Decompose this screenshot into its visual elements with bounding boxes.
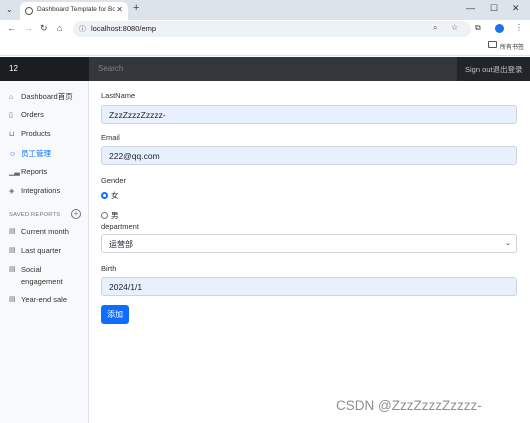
file-text-icon: ▤ xyxy=(9,266,16,273)
home-button-icon[interactable]: ⌂ xyxy=(57,23,62,33)
department-select[interactable]: 运营部 ⌄ xyxy=(101,234,517,253)
lastname-label: LastName xyxy=(101,91,136,100)
site-info-icon[interactable]: ⓘ xyxy=(79,24,86,34)
globe-icon xyxy=(25,7,33,15)
sidebar: ⌂ Dashboard首页 ▯ Orders ⊔ Products ☺ 员工管理 ▁▃R… xyxy=(0,81,89,423)
birth-input[interactable]: 2024/1/1 xyxy=(101,277,517,296)
bookmark-star-icon[interactable]: ☆ xyxy=(451,23,458,32)
bar-chart-icon: ▁▃ xyxy=(9,169,20,176)
profile-avatar-icon[interactable] xyxy=(495,24,504,33)
gender-label: Gender xyxy=(101,176,127,185)
report-item-current-month[interactable]: ▤ Current month xyxy=(9,226,87,238)
watermark-text: CSDN @ZzzZzzzZzzzz- xyxy=(336,398,482,413)
report-item-label: Current month xyxy=(21,227,69,236)
bookmarks-bar: 所有书签 xyxy=(0,38,530,56)
window-close-icon[interactable]: ✕ xyxy=(512,3,520,14)
sidebar-item-label: Dashboard首页 xyxy=(21,92,73,101)
report-item-last-quarter[interactable]: ▤ Last quarter xyxy=(9,245,87,257)
tab-title: Dashboard Template for Boo xyxy=(37,6,115,13)
sidebar-item-orders[interactable]: ▯ Orders xyxy=(9,110,44,119)
users-icon: ☺ xyxy=(9,151,17,158)
gender-option-male[interactable]: 男 xyxy=(101,210,119,221)
browser-tab-bar: ⌄ Dashboard Template for Boo ✕ + — ☐ ✕ xyxy=(0,0,530,20)
reload-icon[interactable]: ↻ xyxy=(40,23,48,34)
search-input[interactable]: Search xyxy=(89,57,457,81)
add-button[interactable]: 添加 xyxy=(101,305,129,324)
file-icon: ▯ xyxy=(9,112,13,119)
url-text[interactable]: localhost:8080/emp xyxy=(91,24,156,33)
file-text-icon: ▤ xyxy=(9,296,16,303)
report-item-label: Last quarter xyxy=(21,246,62,255)
gender-option-label: 男 xyxy=(111,211,119,220)
url-field[interactable]: ⓘ localhost:8080/emp ⌕ ☆ xyxy=(73,21,471,37)
sidebar-item-label: Reports xyxy=(21,167,48,176)
report-item-label: Year-end sale xyxy=(21,295,68,304)
file-text-icon: ▤ xyxy=(9,228,16,235)
sidebar-item-reports[interactable]: ▁▃Reports xyxy=(9,167,47,176)
employee-form: LastName ZzzZzzzZzzzz- Email 222@qq.com … xyxy=(89,81,530,423)
email-input[interactable]: 222@qq.com xyxy=(101,146,517,165)
folder-icon[interactable] xyxy=(488,41,497,48)
cart-icon: ⊔ xyxy=(9,131,15,138)
department-selected-value: 运营部 xyxy=(109,240,133,249)
sidebar-item-employees[interactable]: ☺ 员工管理 xyxy=(9,148,51,159)
gender-option-female[interactable]: 女 xyxy=(101,190,119,201)
report-item-label: Social engagement xyxy=(21,265,63,286)
zoom-icon[interactable]: ⌕ xyxy=(433,23,437,33)
sidebar-item-label: Orders xyxy=(21,110,44,119)
sidebar-item-integrations[interactable]: ◈ Integrations xyxy=(9,186,60,195)
department-label: department xyxy=(101,222,139,231)
home-icon: ⌂ xyxy=(9,94,14,101)
radio-button[interactable] xyxy=(101,191,108,199)
more-menu-icon[interactable]: ⋮ xyxy=(515,23,523,32)
lastname-input[interactable]: ZzzZzzzZzzzz- xyxy=(101,105,517,124)
file-text-icon: ▤ xyxy=(9,247,16,254)
back-icon[interactable]: ← xyxy=(7,23,16,33)
report-item-year-end-sale[interactable]: ▤ Year-end sale xyxy=(9,294,87,306)
sidebar-item-products[interactable]: ⊔ Products xyxy=(9,129,51,138)
sidebar-item-label: Integrations xyxy=(21,186,61,195)
birth-label: Birth xyxy=(101,264,117,273)
report-item-social-engagement[interactable]: ▤ Social engagement xyxy=(9,264,71,288)
browser-tab[interactable]: Dashboard Template for Boo ✕ xyxy=(20,2,128,20)
sidebar-item-dashboard[interactable]: ⌂ Dashboard首页 xyxy=(9,91,73,102)
chevron-down-icon: ⌄ xyxy=(505,240,511,247)
maximize-icon[interactable]: ☐ xyxy=(490,3,498,14)
add-report-icon[interactable]: + xyxy=(71,209,81,219)
email-label: Email xyxy=(101,133,120,142)
minimize-icon[interactable]: — xyxy=(466,3,475,13)
extensions-icon[interactable]: ⧉ xyxy=(475,23,481,33)
sign-out-link[interactable]: Sign out退出登录 xyxy=(457,57,530,81)
gender-option-label: 女 xyxy=(111,191,119,200)
radio-button[interactable] xyxy=(101,211,108,219)
top-navbar: 12 Search Sign out退出登录 xyxy=(0,57,530,81)
forward-icon[interactable]: → xyxy=(24,23,33,33)
sidebar-item-label: Products xyxy=(21,129,51,138)
brand-link[interactable]: 12 xyxy=(0,57,89,81)
close-tab-icon[interactable]: ✕ xyxy=(116,5,123,14)
saved-reports-heading: SAVED REPORTS xyxy=(9,212,61,218)
sidebar-item-label: 员工管理 xyxy=(21,149,51,158)
layers-icon: ◈ xyxy=(9,188,15,195)
tab-search-chevron-icon[interactable]: ⌄ xyxy=(6,5,13,14)
address-bar: ← → ↻ ⌂ ⓘ localhost:8080/emp ⌕ ☆ ⧉ ⋮ xyxy=(0,20,530,38)
new-tab-icon[interactable]: + xyxy=(133,2,139,14)
all-bookmarks-link[interactable]: 所有书签 xyxy=(500,42,524,51)
